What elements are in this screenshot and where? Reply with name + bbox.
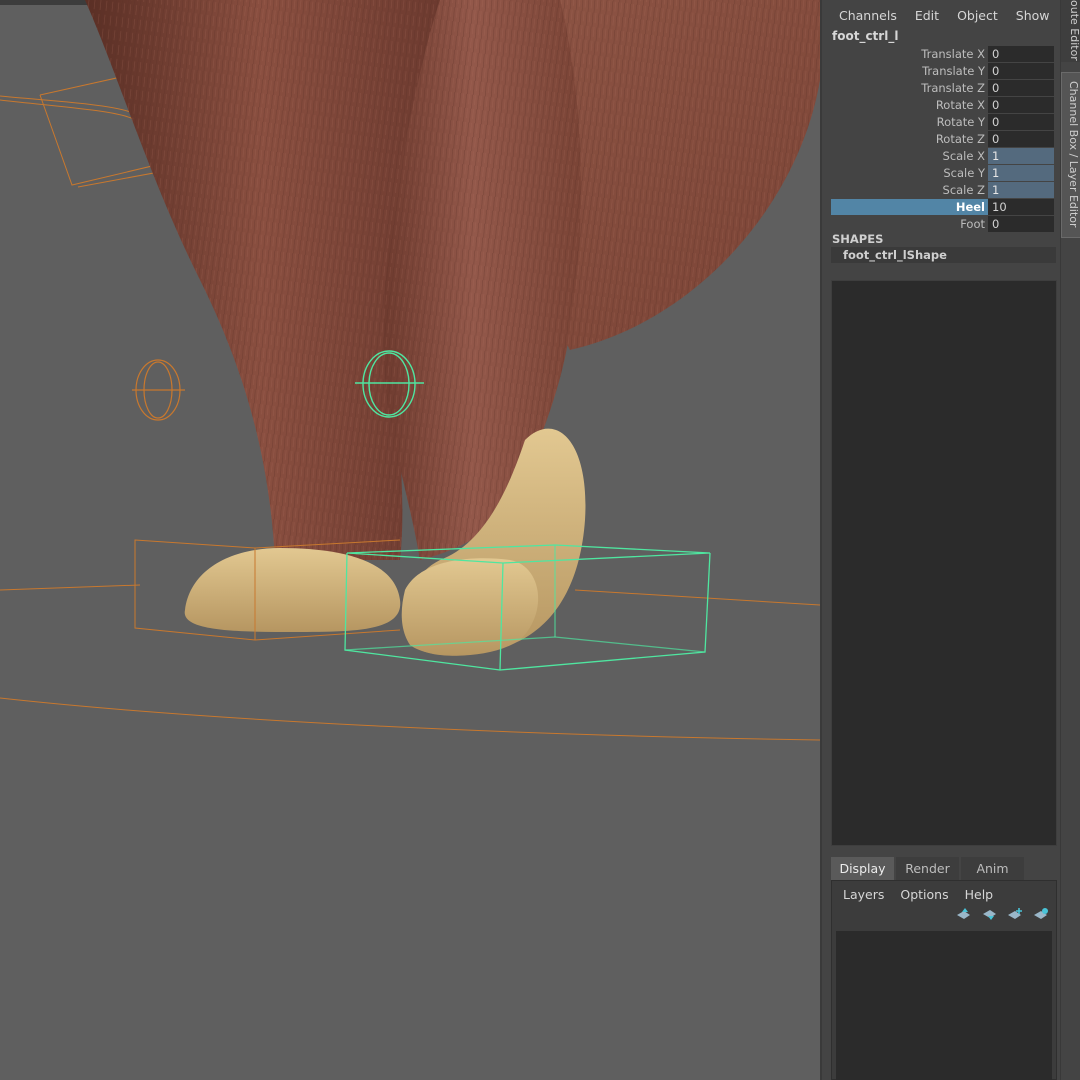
shapes-section-title: SHAPES	[832, 232, 884, 246]
shape-node-item[interactable]: foot_ctrl_lShape	[831, 247, 1056, 263]
attr-row-scale-z[interactable]: Scale Z 1	[831, 181, 1056, 198]
menu-help[interactable]: Help	[957, 885, 1002, 904]
attr-row-scale-y[interactable]: Scale Y 1	[831, 164, 1056, 181]
attr-row-translate-y[interactable]: Translate Y 0	[831, 62, 1056, 79]
attr-label[interactable]: Scale X	[831, 148, 988, 164]
layer-editor: Layers Options Help	[831, 880, 1057, 1080]
attr-value-field[interactable]: 0	[988, 113, 1054, 130]
menu-options[interactable]: Options	[892, 885, 956, 904]
attr-value-field[interactable]: 1	[988, 164, 1054, 181]
attr-row-translate-z[interactable]: Translate Z 0	[831, 79, 1056, 96]
menu-object[interactable]: Object	[948, 6, 1007, 26]
attr-row-foot[interactable]: Foot 0	[831, 215, 1056, 232]
layer-editor-toolbar	[955, 907, 1050, 921]
layer-editor-tabs: Display Render Anim	[831, 857, 1024, 880]
attr-value-field[interactable]: 0	[988, 62, 1054, 79]
attr-row-heel[interactable]: Heel 10	[831, 198, 1056, 215]
attr-label[interactable]: Heel	[831, 198, 988, 215]
attr-value-field[interactable]: 0	[988, 96, 1054, 113]
tab-display[interactable]: Display	[831, 857, 894, 880]
tab-render[interactable]: Render	[896, 857, 959, 880]
new-layer-icon[interactable]	[1007, 907, 1024, 921]
left-knee-control[interactable]	[132, 359, 185, 421]
attr-label[interactable]: Translate Z	[831, 80, 988, 96]
layer-move-up-icon[interactable]	[955, 907, 972, 921]
channel-box-menubar: Channels Edit Object Show	[830, 6, 1059, 26]
layer-move-down-icon[interactable]	[981, 907, 998, 921]
attr-label[interactable]: Translate X	[831, 46, 988, 62]
attr-label[interactable]: Rotate Y	[831, 114, 988, 130]
attr-value-field[interactable]: 0	[988, 130, 1054, 147]
menu-channels[interactable]: Channels	[830, 6, 906, 26]
attr-label[interactable]: Translate Y	[831, 63, 988, 79]
attr-label[interactable]: Rotate Z	[831, 131, 988, 147]
layer-list[interactable]	[836, 931, 1052, 1080]
attr-value-field[interactable]: 0	[988, 79, 1054, 96]
tab-attribute-editor[interactable]: oute Editor	[1061, 0, 1080, 62]
attr-value-field[interactable]: 0	[988, 45, 1054, 62]
channel-box-panel: Channels Edit Object Show foot_ctrl_l Tr…	[820, 0, 1060, 1080]
new-layer-selected-icon[interactable]	[1033, 907, 1050, 921]
attr-value-field[interactable]: 10	[988, 198, 1054, 215]
left-foot	[184, 548, 401, 632]
tab-anim[interactable]: Anim	[961, 857, 1024, 880]
attr-row-rotate-x[interactable]: Rotate X 0	[831, 96, 1056, 113]
attr-value-field[interactable]: 1	[988, 181, 1054, 198]
attr-value-field[interactable]: 0	[988, 215, 1054, 232]
attr-label[interactable]: Scale Y	[831, 165, 988, 181]
attr-label[interactable]: Rotate X	[831, 97, 988, 113]
menu-show[interactable]: Show	[1007, 6, 1059, 26]
attr-row-translate-x[interactable]: Translate X 0	[831, 45, 1056, 62]
menu-edit[interactable]: Edit	[906, 6, 948, 26]
attr-row-rotate-z[interactable]: Rotate Z 0	[831, 130, 1056, 147]
attr-value-field[interactable]: 1	[988, 147, 1054, 164]
attr-row-rotate-y[interactable]: Rotate Y 0	[831, 113, 1056, 130]
channel-box-empty-area	[831, 280, 1057, 846]
node-name[interactable]: foot_ctrl_l	[832, 29, 898, 43]
tab-channel-box-layer-editor[interactable]: Channel Box / Layer Editor	[1061, 72, 1080, 238]
viewport-scene	[0, 0, 820, 741]
viewport-3d[interactable]	[0, 0, 820, 1080]
attr-row-scale-x[interactable]: Scale X 1	[831, 147, 1056, 164]
layer-editor-menubar: Layers Options Help	[835, 885, 1001, 904]
attr-label[interactable]: Scale Z	[831, 182, 988, 198]
attribute-table: Translate X 0 Translate Y 0 Translate Z …	[831, 45, 1056, 232]
menu-layers[interactable]: Layers	[835, 885, 892, 904]
right-foot	[401, 558, 539, 656]
side-tab-strip: oute Editor Channel Box / Layer Editor	[1060, 0, 1080, 1080]
attr-label[interactable]: Foot	[831, 216, 988, 232]
